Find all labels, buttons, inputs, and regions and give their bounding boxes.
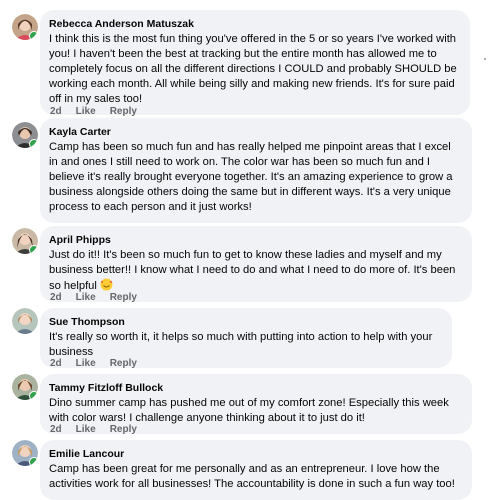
reply-button[interactable]: Reply — [110, 292, 137, 303]
comment-author[interactable]: Rebecca Anderson Matuszak — [49, 17, 460, 31]
like-button[interactable]: Like — [76, 424, 96, 435]
avatar[interactable] — [12, 14, 38, 40]
comment-text: Just do it!! It's been so much fun to ge… — [49, 248, 462, 294]
decorative-dot — [484, 58, 486, 60]
comment-time[interactable]: 2d — [50, 292, 62, 303]
like-button[interactable]: Like — [76, 106, 96, 117]
comment-text: It's really so worth it, it helps so muc… — [49, 331, 433, 358]
comment-bubble: Rebecca Anderson Matuszak I think this i… — [40, 10, 470, 115]
reply-button[interactable]: Reply — [110, 424, 137, 435]
comment-time[interactable]: 2d — [50, 424, 62, 435]
like-button[interactable]: Like — [76, 358, 96, 369]
comment-text: Dino summer camp has pushed me out of my… — [49, 397, 449, 424]
online-indicator — [29, 391, 38, 400]
comment-bubble: April Phipps Just do it!! It's been so m… — [40, 226, 472, 302]
comment-bubble: Emilie Lancour Camp has been great for m… — [40, 440, 472, 500]
smiling-face-with-hearts-icon — [100, 278, 113, 291]
comment-text: Camp has been so much fun and has really… — [49, 141, 453, 213]
comment-actions: 2d Like Reply — [50, 424, 137, 435]
comment-actions: 2d Like Reply — [50, 106, 137, 117]
online-indicator — [29, 245, 38, 254]
comment-author[interactable]: Kayla Carter — [49, 125, 462, 139]
comment-time[interactable]: 2d — [50, 358, 62, 369]
online-indicator — [29, 457, 38, 466]
comment-time[interactable]: 2d — [50, 106, 62, 117]
comment-author[interactable]: Tammy Fitzloff Bullock — [49, 381, 462, 395]
online-indicator — [29, 139, 38, 148]
comment-author[interactable]: Sue Thompson — [49, 315, 442, 329]
reply-button[interactable]: Reply — [110, 106, 137, 117]
comment-actions: 2d Like Reply — [50, 358, 137, 369]
avatar[interactable] — [12, 228, 38, 254]
avatar[interactable] — [12, 440, 38, 466]
comment-bubble: Kayla Carter Camp has been so much fun a… — [40, 118, 472, 223]
avatar[interactable] — [12, 308, 38, 334]
comment-text: Camp has been great for me personally an… — [49, 463, 455, 490]
online-indicator — [29, 31, 38, 40]
avatar[interactable] — [12, 374, 38, 400]
comment-actions: 2d Like Reply — [50, 292, 137, 303]
comment-author[interactable]: Emilie Lancour — [49, 447, 462, 461]
like-button[interactable]: Like — [76, 292, 96, 303]
comment-author[interactable]: April Phipps — [49, 233, 462, 247]
comment-text: I think this is the most fun thing you'v… — [49, 33, 457, 105]
reply-button[interactable]: Reply — [110, 358, 137, 369]
avatar[interactable] — [12, 122, 38, 148]
